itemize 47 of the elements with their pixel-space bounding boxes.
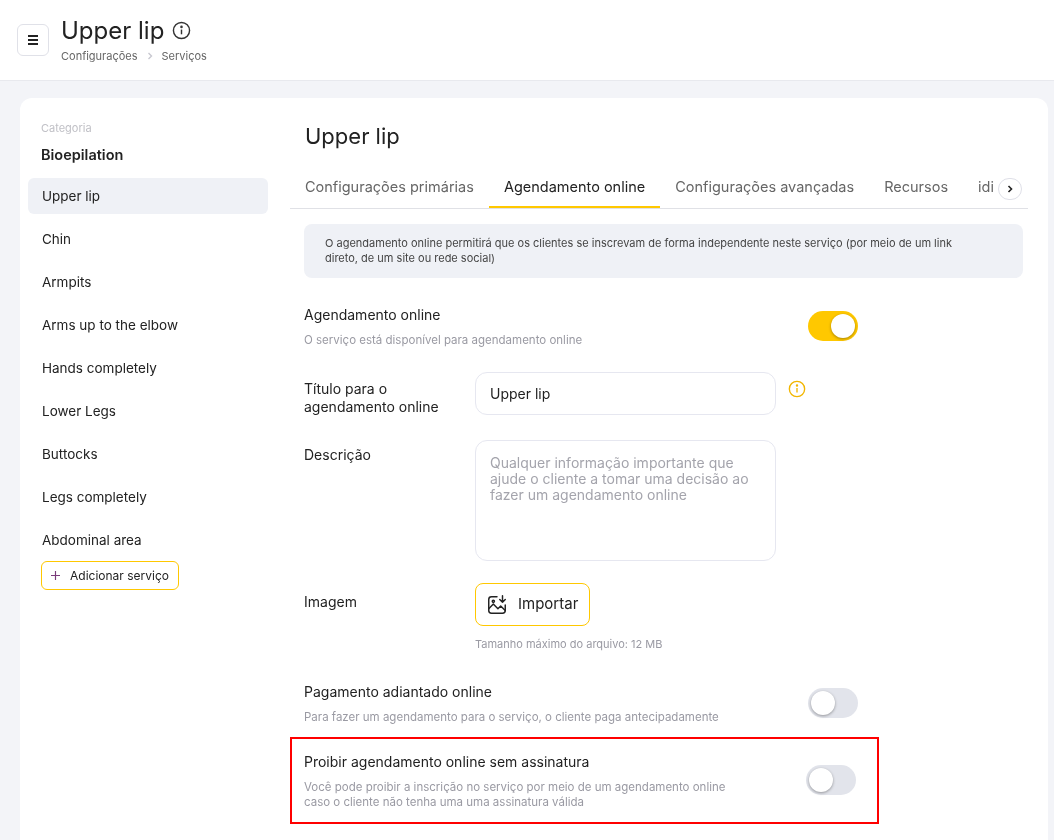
info-icon	[788, 380, 806, 398]
sidebar-item[interactable]: Chin	[28, 221, 268, 258]
sidebar-item[interactable]: Arms up to the elbow	[28, 307, 268, 344]
sidebar-item[interactable]: Abdominal area	[28, 522, 268, 559]
toggle-switch[interactable]	[806, 765, 856, 795]
sidebar-item[interactable]: Lower Legs	[28, 393, 268, 430]
category-name: Bioepilation	[41, 144, 125, 165]
import-button[interactable]: Importar	[475, 583, 590, 626]
category-caption: Categoria	[41, 120, 93, 137]
toggle-switch[interactable]	[808, 311, 858, 341]
chevron-right-icon	[1005, 185, 1014, 193]
breadcrumb-link[interactable]: Serviços	[161, 47, 207, 65]
plus-icon	[51, 571, 60, 581]
setting-description: Você pode proibir a inscrição no serviço por meio de um agendamento online caso o cliente não tenha uma uma assinatura válida	[304, 779, 727, 810]
chevron-right-icon	[145, 52, 154, 60]
service-title: Upper lip	[304, 122, 401, 150]
menu-button[interactable]	[17, 24, 49, 56]
setting-description: Para fazer um agendamento para o serviço, o cliente paga antecipadamente	[304, 709, 720, 725]
setting-label: Proibir agendamento online sem assinatura	[304, 751, 591, 772]
tab[interactable]: Agendamento online	[488, 168, 661, 208]
sidebar-item[interactable]: Legs completely	[28, 479, 268, 516]
breadcrumb-link[interactable]: Configurações	[61, 47, 138, 65]
scroll-right-button[interactable]	[997, 178, 1022, 200]
tab[interactable]: Recursos	[869, 168, 964, 208]
sidebar-item[interactable]: Armpits	[28, 264, 268, 301]
field-label: Descrição	[304, 445, 372, 465]
field-label: Título para o agendamento online	[304, 379, 440, 416]
field-label: Imagem	[304, 592, 358, 612]
title-input[interactable]: Upper lip	[475, 372, 776, 415]
tab[interactable]: Configurações primárias	[290, 168, 489, 208]
setting-description: O serviço está disponível para agendamento online	[304, 333, 584, 348]
sidebar-item[interactable]: Buttocks	[28, 436, 268, 473]
info-icon	[172, 21, 192, 41]
setting-label: Agendamento online	[304, 305, 442, 325]
tab[interactable]: Configurações avançadas	[660, 168, 870, 208]
sidebar-item[interactable]: Hands completely	[28, 350, 268, 387]
info-notice: O agendamento online permitirá que os clientes se inscrevam de forma independente neste serviço (por meio de um link direto, de um site ou rede social)	[304, 224, 1023, 278]
sidebar-item[interactable]: Upper lip	[28, 178, 268, 215]
setting-label: Pagamento adiantado online	[304, 681, 493, 702]
toggle-switch[interactable]	[808, 687, 858, 718]
file-size-hint: Tamanho máximo do arquivo: 12 MB	[475, 636, 663, 653]
menu-icon	[27, 34, 39, 46]
add-service-button[interactable]: Adicionar serviço	[41, 561, 179, 591]
tab[interactable]: idi	[963, 168, 996, 208]
page-title: Upper lip	[61, 15, 165, 46]
description-input[interactable]: Qualquer informação importante que ajude o cliente a tomar uma decisão ao fazer um agendamento online	[475, 440, 776, 561]
image-download-icon	[486, 593, 508, 616]
